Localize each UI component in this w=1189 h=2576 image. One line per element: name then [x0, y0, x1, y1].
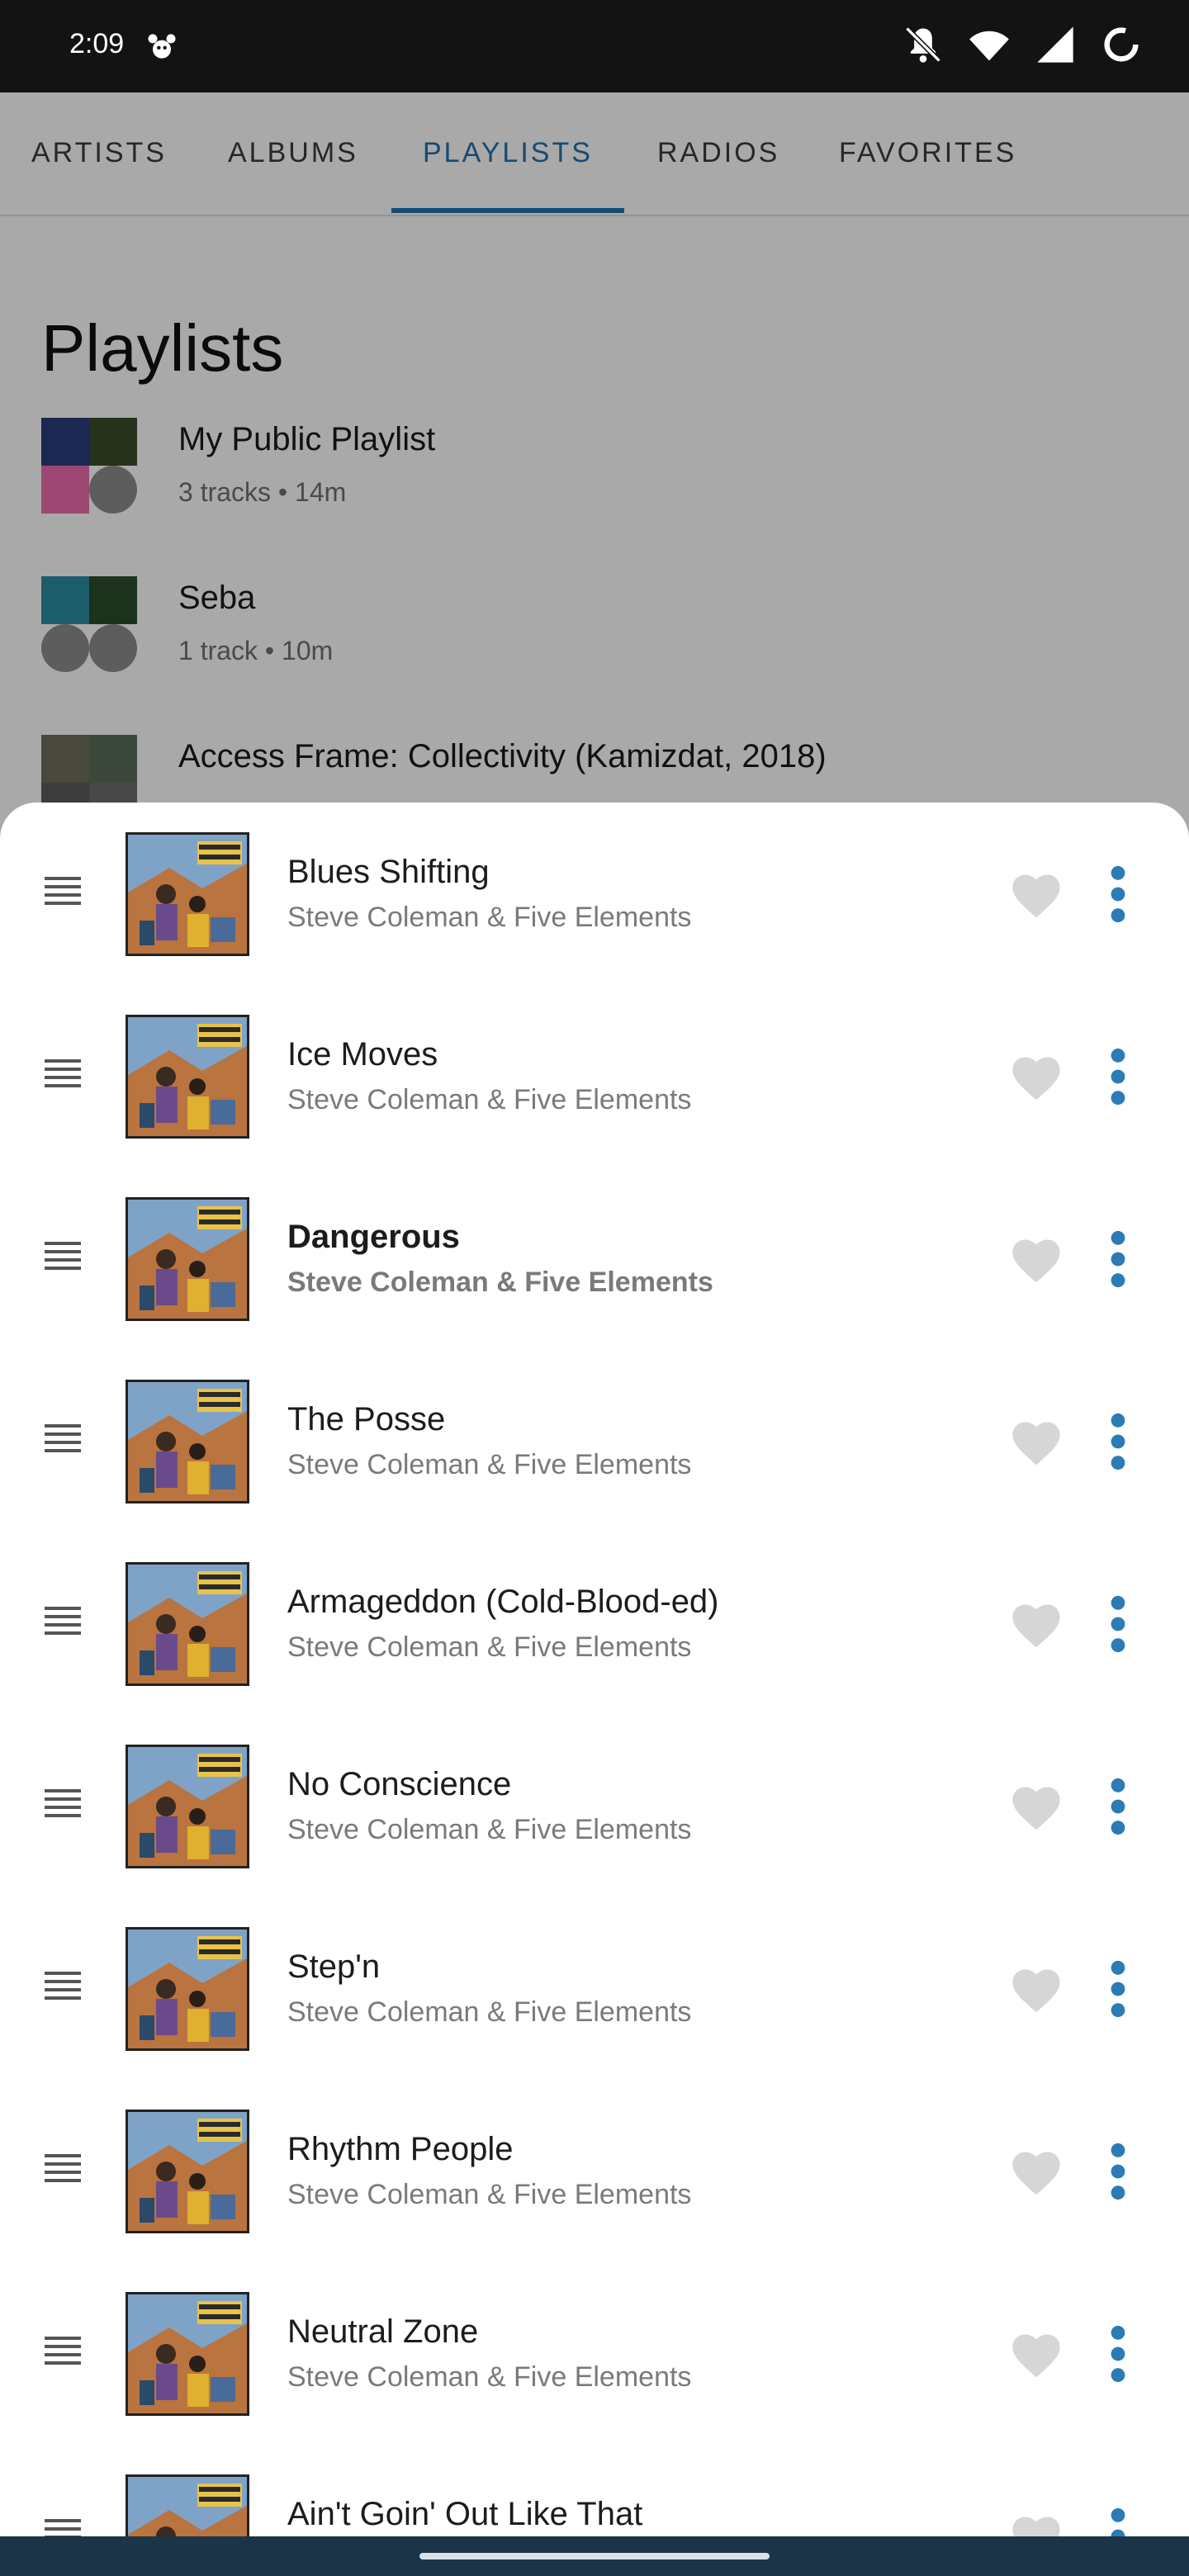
album-cover — [126, 1562, 249, 1686]
drag-handle-icon[interactable] — [45, 1789, 81, 1819]
heart-icon[interactable] — [1009, 870, 1063, 920]
drag-handle-icon[interactable] — [45, 1059, 81, 1089]
track-artist: Steve Coleman & Five Elements — [287, 1449, 692, 1480]
heart-icon[interactable] — [1009, 2147, 1063, 2197]
more-options-icon[interactable] — [1108, 1413, 1128, 1470]
more-options-icon[interactable] — [1108, 1230, 1128, 1288]
track-title: Dangerous — [287, 1219, 460, 1255]
track-artist: Steve Coleman & Five Elements — [287, 1267, 713, 1298]
track-title: Armageddon (Cold-Blood-ed) — [287, 1584, 719, 1620]
bell-off-icon — [905, 26, 941, 63]
track-artist: Steve Coleman & Five Elements — [287, 1084, 692, 1115]
drag-handle-icon[interactable] — [45, 1424, 81, 1454]
paw-icon — [148, 34, 176, 59]
track-title: No Conscience — [287, 1766, 512, 1802]
heart-icon[interactable] — [1009, 1600, 1063, 1650]
drag-handle-icon[interactable] — [45, 1242, 81, 1271]
album-cover — [126, 2292, 249, 2416]
album-cover — [126, 832, 249, 956]
track-artist: Steve Coleman & Five Elements — [287, 902, 692, 933]
home-gesture-handle[interactable] — [419, 2553, 770, 2559]
more-options-icon[interactable] — [1108, 2325, 1128, 2383]
more-options-icon[interactable] — [1108, 1778, 1128, 1835]
album-cover — [126, 1197, 249, 1321]
drag-handle-icon[interactable] — [45, 877, 81, 907]
album-cover — [126, 1380, 249, 1503]
system-navigation-bar — [0, 2536, 1189, 2576]
queue-track-row[interactable]: No Conscience Steve Coleman & Five Eleme… — [0, 1715, 1189, 1897]
album-cover — [126, 2110, 249, 2233]
drag-handle-icon[interactable] — [45, 2519, 81, 2536]
status-bar: 2:09 — [0, 0, 1189, 92]
more-options-icon[interactable] — [1108, 2143, 1128, 2200]
status-time: 2:09 — [69, 28, 125, 59]
queue-bottom-sheet: Blues Shifting Steve Coleman & Five Elem… — [0, 803, 1189, 2536]
track-artist: Steve Coleman & Five Elements — [287, 1996, 692, 2028]
track-artist: Steve Coleman & Five Elements — [287, 1631, 692, 1663]
queue-track-row[interactable]: Step'n Steve Coleman & Five Elements — [0, 1897, 1189, 2080]
queue-track-row[interactable]: Neutral Zone Steve Coleman & Five Elemen… — [0, 2262, 1189, 2445]
album-cover — [126, 1015, 249, 1139]
drag-handle-icon[interactable] — [45, 1607, 81, 1636]
track-title: Neutral Zone — [287, 2313, 479, 2350]
more-options-icon[interactable] — [1108, 1048, 1128, 1106]
queue-track-row[interactable]: The Posse Steve Coleman & Five Elements — [0, 1350, 1189, 1532]
queue-track-row[interactable]: Armageddon (Cold-Blood-ed) Steve Coleman… — [0, 1532, 1189, 1715]
queue-track-row[interactable]: Ice Moves Steve Coleman & Five Elements — [0, 985, 1189, 1167]
track-artist: Steve Coleman & Five Elements — [287, 2361, 692, 2393]
heart-icon[interactable] — [1009, 2330, 1063, 2379]
queue-track-row[interactable]: Rhythm People Steve Coleman & Five Eleme… — [0, 2080, 1189, 2262]
more-options-icon[interactable] — [1108, 2507, 1128, 2536]
heart-icon[interactable] — [1009, 1783, 1063, 1832]
drag-handle-icon[interactable] — [45, 1972, 81, 2001]
status-icons — [902, 23, 1143, 66]
heart-icon[interactable] — [1009, 1965, 1063, 2015]
loading-ring-icon — [1104, 27, 1139, 62]
album-cover — [126, 1745, 249, 1868]
track-title: Rhythm People — [287, 2131, 514, 2167]
wifi-icon — [969, 31, 1009, 61]
track-title: Step'n — [287, 1949, 381, 1985]
queue-track-row[interactable]: Ain't Goin' Out Like That Steve Coleman … — [0, 2445, 1189, 2536]
drag-handle-icon[interactable] — [45, 2337, 81, 2366]
signal-icon — [1037, 26, 1073, 63]
heart-icon[interactable] — [1009, 1053, 1063, 1102]
more-options-icon[interactable] — [1108, 1595, 1128, 1653]
heart-icon[interactable] — [1009, 1235, 1063, 1285]
track-title: Ice Moves — [287, 1036, 438, 1073]
album-cover — [126, 1927, 249, 2051]
track-artist: Steve Coleman & Five Elements — [287, 1814, 692, 1845]
queue-track-row[interactable]: Dangerous Steve Coleman & Five Elements — [0, 1167, 1189, 1350]
album-cover — [126, 2474, 249, 2536]
track-artist: Steve Coleman & Five Elements — [287, 2179, 692, 2210]
queue-track-row[interactable]: Blues Shifting Steve Coleman & Five Elem… — [0, 803, 1189, 985]
more-options-icon[interactable] — [1108, 1960, 1128, 2018]
track-title: Ain't Goin' Out Like That — [287, 2496, 643, 2532]
more-options-icon[interactable] — [1108, 865, 1128, 923]
heart-icon[interactable] — [1009, 1418, 1063, 1467]
track-title: The Posse — [287, 1401, 446, 1437]
drag-handle-icon[interactable] — [45, 2154, 81, 2184]
heart-icon[interactable] — [1009, 2512, 1063, 2536]
track-title: Blues Shifting — [287, 854, 490, 890]
